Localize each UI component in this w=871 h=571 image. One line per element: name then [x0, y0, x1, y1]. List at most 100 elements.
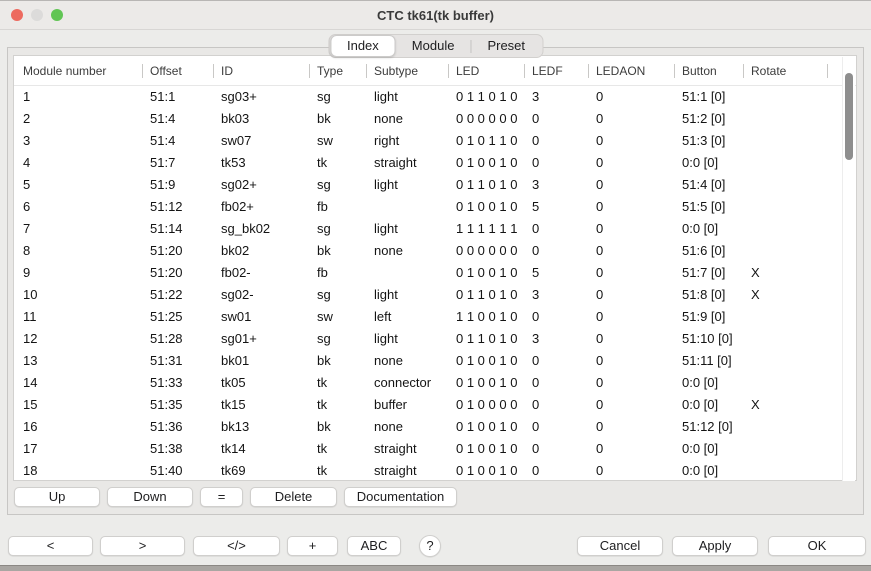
- cell-ledaon: 0: [588, 108, 674, 130]
- cell-rotate: X: [743, 262, 828, 284]
- previous-button[interactable]: <: [8, 536, 93, 556]
- cell-button: 51:3 [0]: [674, 130, 743, 152]
- cell-rotate: X: [743, 284, 828, 306]
- column-header-rotate[interactable]: Rotate: [743, 56, 828, 86]
- column-header-id[interactable]: ID: [213, 56, 309, 86]
- cell-module-number: 17: [14, 438, 142, 460]
- add-button[interactable]: +: [287, 536, 338, 556]
- table-row[interactable]: 1551:35tk15tkbuffer0 1 0 0 0 0000:0 [0]X: [14, 394, 856, 416]
- help-button[interactable]: ?: [419, 535, 441, 557]
- cell-subtype: connector: [366, 372, 448, 394]
- column-header-ledaon[interactable]: LEDAON: [588, 56, 674, 86]
- tab-preset[interactable]: Preset: [471, 35, 541, 57]
- cell-module-number: 3: [14, 130, 142, 152]
- cell-ledf: 0: [524, 218, 588, 240]
- column-header-ledf[interactable]: LEDF: [524, 56, 588, 86]
- cell-button: 0:0 [0]: [674, 372, 743, 394]
- cell-offset: 51:9: [142, 174, 213, 196]
- cell-rotate: [743, 152, 828, 174]
- next-button[interactable]: >: [100, 536, 185, 556]
- column-header-offset[interactable]: Offset: [142, 56, 213, 86]
- code-view-button[interactable]: </>: [193, 536, 280, 556]
- cell-offset: 51:35: [142, 394, 213, 416]
- cell-led: 0 1 1 0 1 0: [448, 284, 524, 306]
- column-header-button[interactable]: Button: [674, 56, 743, 86]
- vertical-scrollbar[interactable]: [842, 57, 855, 481]
- cell-subtype: none: [366, 350, 448, 372]
- cell-module-number: 11: [14, 306, 142, 328]
- cell-button: 0:0 [0]: [674, 152, 743, 174]
- cell-ledaon: 0: [588, 174, 674, 196]
- cell-offset: 51:1: [142, 86, 213, 108]
- cell-button: 51:4 [0]: [674, 174, 743, 196]
- column-header-module-number[interactable]: Module number: [14, 56, 142, 86]
- cancel-button[interactable]: Cancel: [577, 536, 663, 556]
- cell-ledf: 0: [524, 306, 588, 328]
- cell-led: 1 1 1 1 1 1: [448, 218, 524, 240]
- cell-ledaon: 0: [588, 460, 674, 480]
- cell-led: 0 1 0 0 1 0: [448, 460, 524, 480]
- title-bar[interactable]: CTC tk61(tk buffer): [0, 1, 871, 30]
- cell-subtype: right: [366, 130, 448, 152]
- table-row[interactable]: 251:4bk03bknone0 0 0 0 0 00051:2 [0]: [14, 108, 856, 130]
- table-row[interactable]: 551:9sg02+sglight0 1 1 0 1 03051:4 [0]: [14, 174, 856, 196]
- cell-type: tk: [309, 152, 366, 174]
- cell-ledf: 0: [524, 372, 588, 394]
- table-row[interactable]: 1351:31bk01bknone0 1 0 0 1 00051:11 [0]: [14, 350, 856, 372]
- equals-button[interactable]: =: [200, 487, 243, 507]
- cell-subtype: light: [366, 86, 448, 108]
- down-button[interactable]: Down: [107, 487, 193, 507]
- cell-offset: 51:4: [142, 108, 213, 130]
- column-header-led[interactable]: LED: [448, 56, 524, 86]
- cell-rotate: [743, 196, 828, 218]
- cell-subtype: light: [366, 328, 448, 350]
- cell-type: bk: [309, 350, 366, 372]
- cell-subtype: none: [366, 108, 448, 130]
- cell-ledf: 0: [524, 240, 588, 262]
- cell-type: sg: [309, 328, 366, 350]
- table-row[interactable]: 651:12fb02+fb0 1 0 0 1 05051:5 [0]: [14, 196, 856, 218]
- table-row[interactable]: 151:1sg03+sglight0 1 1 0 1 03051:1 [0]: [14, 86, 856, 108]
- cell-rotate: [743, 460, 828, 480]
- cell-module-number: 6: [14, 196, 142, 218]
- column-header-subtype[interactable]: Subtype: [366, 56, 448, 86]
- cell-type: sg: [309, 284, 366, 306]
- table-row[interactable]: 1151:25sw01swleft1 1 0 0 1 00051:9 [0]: [14, 306, 856, 328]
- cell-subtype: straight: [366, 152, 448, 174]
- table-row[interactable]: 451:7tk53tkstraight0 1 0 0 1 0000:0 [0]: [14, 152, 856, 174]
- documentation-button[interactable]: Documentation: [344, 487, 457, 507]
- cell-ledaon: 0: [588, 240, 674, 262]
- table-row[interactable]: 351:4sw07swright0 1 0 1 1 00051:3 [0]: [14, 130, 856, 152]
- tab-module[interactable]: Module: [396, 35, 471, 57]
- scrollbar-thumb[interactable]: [845, 73, 853, 160]
- table-row[interactable]: 1251:28sg01+sglight0 1 1 0 1 03051:10 [0…: [14, 328, 856, 350]
- up-button[interactable]: Up: [14, 487, 100, 507]
- cell-offset: 51:40: [142, 460, 213, 480]
- table-row[interactable]: 1451:33tk05tkconnector0 1 0 0 1 0000:0 […: [14, 372, 856, 394]
- cell-type: fb: [309, 262, 366, 284]
- cell-button: 51:2 [0]: [674, 108, 743, 130]
- ok-button[interactable]: OK: [768, 536, 866, 556]
- cell-type: tk: [309, 372, 366, 394]
- apply-button[interactable]: Apply: [672, 536, 758, 556]
- cell-ledaon: 0: [588, 130, 674, 152]
- table-row[interactable]: 951:20fb02-fb0 1 0 0 1 05051:7 [0]X: [14, 262, 856, 284]
- table-row[interactable]: 751:14sg_bk02sglight1 1 1 1 1 1000:0 [0]: [14, 218, 856, 240]
- cell-id: bk01: [213, 350, 309, 372]
- cell-led: 0 0 0 0 0 0: [448, 240, 524, 262]
- cell-button: 51:1 [0]: [674, 86, 743, 108]
- cell-ledf: 3: [524, 284, 588, 306]
- table-row[interactable]: 1851:40tk69tkstraight0 1 0 0 1 0000:0 [0…: [14, 460, 856, 480]
- table-row[interactable]: 851:20bk02bknone0 0 0 0 0 00051:6 [0]: [14, 240, 856, 262]
- column-header-type[interactable]: Type: [309, 56, 366, 86]
- cell-button: 51:11 [0]: [674, 350, 743, 372]
- cell-module-number: 18: [14, 460, 142, 480]
- abc-button[interactable]: ABC: [347, 536, 401, 556]
- cell-offset: 51:7: [142, 152, 213, 174]
- delete-button[interactable]: Delete: [250, 487, 337, 507]
- table-row[interactable]: 1051:22sg02-sglight0 1 1 0 1 03051:8 [0]…: [14, 284, 856, 306]
- tab-index[interactable]: Index: [330, 35, 396, 57]
- table-row[interactable]: 1651:36bk13bknone0 1 0 0 1 00051:12 [0]: [14, 416, 856, 438]
- cell-led: 0 1 1 0 1 0: [448, 86, 524, 108]
- table-row[interactable]: 1751:38tk14tkstraight0 1 0 0 1 0000:0 [0…: [14, 438, 856, 460]
